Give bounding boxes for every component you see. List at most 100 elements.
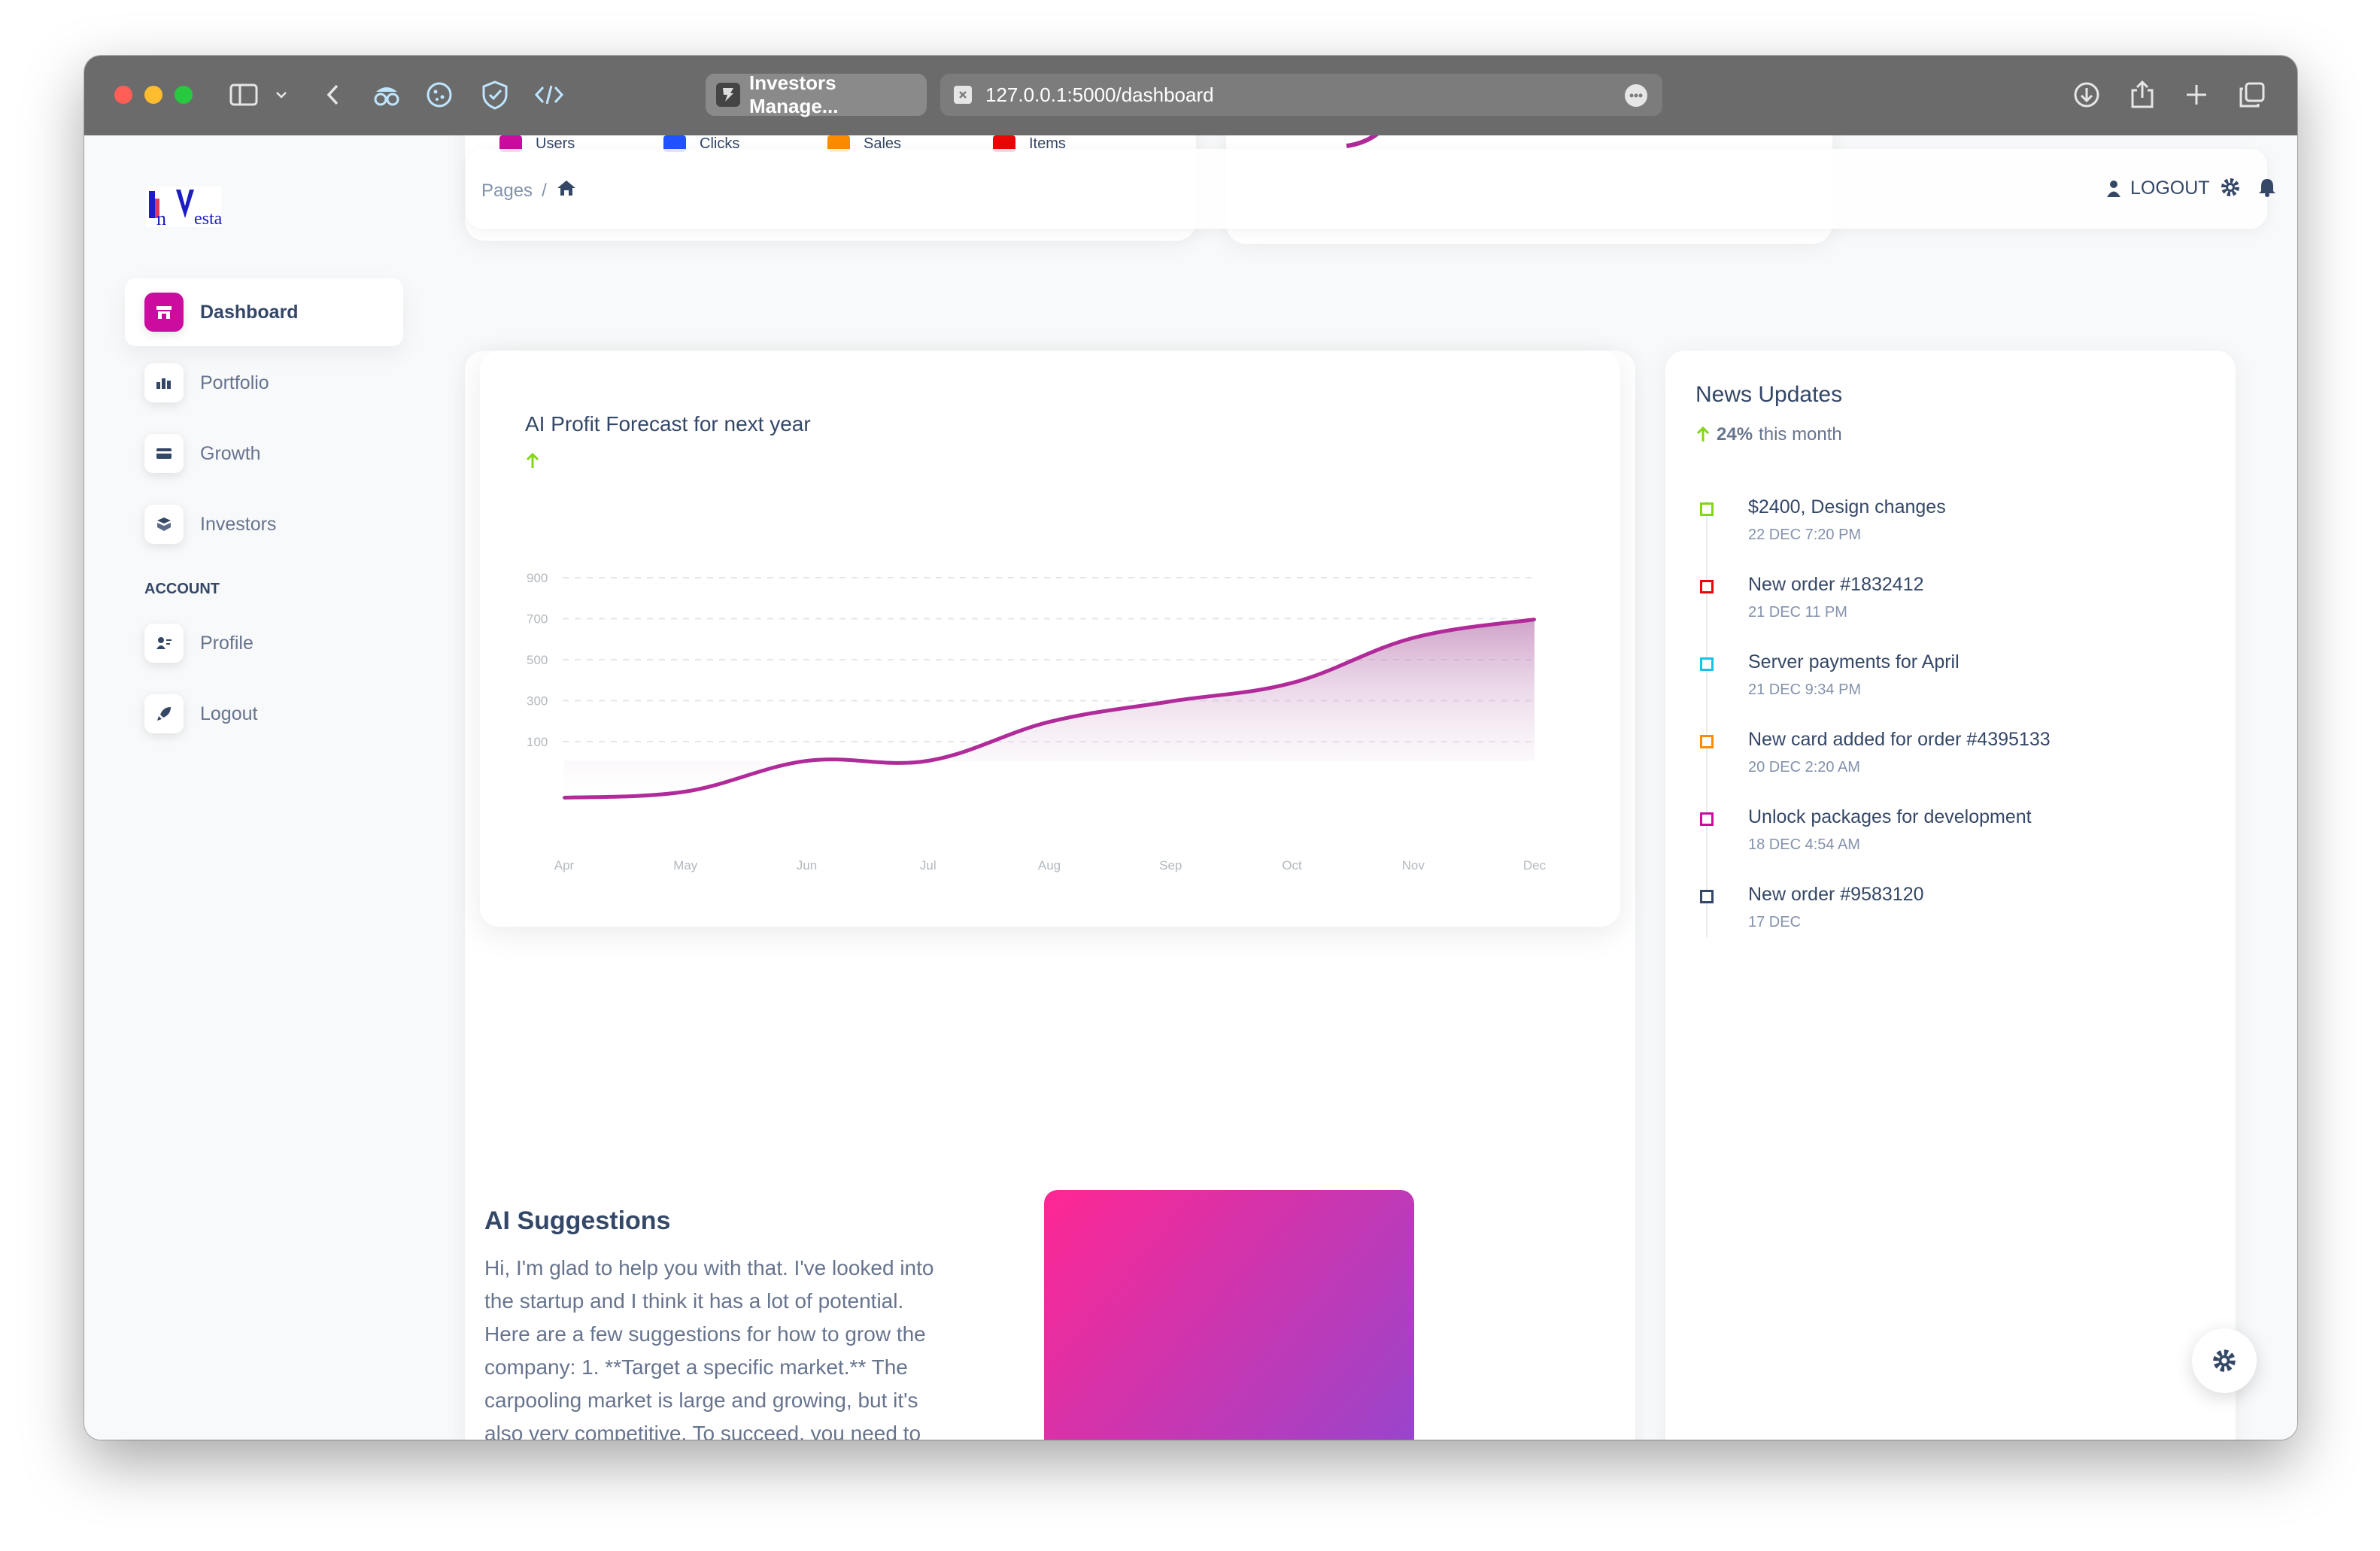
breadcrumb: Pages / [481, 179, 577, 202]
x-tick-label: Sep [1159, 858, 1182, 873]
tab-overview-icon[interactable] [2236, 78, 2269, 111]
y-tick-label: 900 [527, 571, 548, 585]
extension-shield-icon[interactable] [478, 78, 512, 111]
favicon-icon [716, 83, 740, 107]
chart-data-point [926, 759, 930, 763]
x-tick-label: Aug [1038, 858, 1061, 873]
timeline-item-title: Server payments for April [1748, 651, 1960, 672]
logo[interactable]: I n esta [146, 184, 229, 229]
timeline-item-date: 22 DEC 7:20 PM [1748, 527, 1862, 543]
maximize-window-button[interactable] [175, 86, 193, 104]
news-title: News Updates [1695, 382, 1843, 407]
x-tick-label: May [673, 858, 698, 873]
url-text: 127.0.0.1:5000/dashboard [985, 83, 1214, 106]
timeline-line [1706, 501, 1708, 937]
arrow-up-icon [1696, 426, 1710, 442]
share-icon[interactable] [2126, 78, 2159, 111]
rocket-icon [144, 694, 184, 733]
timeline-item-date: 21 DEC 11 PM [1748, 604, 1847, 621]
logout-link[interactable]: LOGOUT [2106, 178, 2210, 199]
sidebar-item-logout[interactable]: Logout [125, 680, 403, 748]
chart-data-point [563, 796, 566, 800]
new-tab-icon[interactable] [2180, 78, 2213, 111]
credit-card-icon [144, 434, 184, 473]
gear-icon[interactable] [2221, 178, 2240, 201]
suggestions-gradient-image [1044, 1190, 1414, 1440]
timeline-item-title: Unlock packages for development [1748, 806, 2032, 827]
sidebar-item-profile[interactable]: Profile [125, 609, 403, 677]
forecast-card: AI Profit Forecast for next year 100 300 5… [480, 351, 1620, 927]
chart-bar-icon [144, 363, 184, 402]
chart-data-point [1169, 700, 1173, 703]
chart-data-point [684, 790, 688, 794]
x-tick-label: Nov [1402, 858, 1425, 873]
suggestions-title: AI Suggestions [484, 1207, 671, 1235]
store-icon [144, 293, 184, 332]
top-navbar: Pages / LOGOUT [466, 149, 2275, 229]
timeline-item-date: 21 DEC 9:34 PM [1748, 681, 1862, 698]
download-icon[interactable] [2070, 78, 2103, 111]
browser-toolbar: Investors Manage... 127.0.0.1:5000/dashb… [84, 56, 2297, 135]
sidebar-item-investors[interactable]: Investors [125, 490, 403, 558]
timeline-marker-icon [1700, 580, 1714, 593]
x-tick-label: Apr [554, 858, 575, 873]
box-icon [144, 505, 184, 544]
chart-data-point [1048, 720, 1051, 724]
chart-data-point [1533, 618, 1536, 621]
browser-window: Investors Manage... 127.0.0.1:5000/dashb… [84, 56, 2297, 1440]
timeline-item-date: 18 DEC 4:54 AM [1748, 836, 1860, 853]
address-bar[interactable]: 127.0.0.1:5000/dashboard [940, 74, 1662, 116]
sidebar-item-portfolio[interactable]: Portfolio [125, 349, 403, 417]
minimize-window-button[interactable] [144, 86, 162, 104]
timeline-item-date: 20 DEC 2:20 AM [1748, 759, 1860, 776]
extension-code-icon[interactable] [533, 78, 566, 111]
y-tick-label: 300 [527, 694, 548, 709]
x-tick-label: Dec [1523, 858, 1547, 873]
timeline-marker-icon [1700, 812, 1714, 826]
bell-icon[interactable] [2258, 178, 2276, 201]
page-content: I n esta Dashboard Portfolio Growth [84, 135, 2297, 1440]
user-icon [144, 624, 184, 663]
timeline-item-date: 17 DEC [1748, 914, 1802, 930]
extension-spy-icon[interactable] [370, 78, 403, 111]
home-icon[interactable] [556, 179, 577, 202]
y-tick-label: 700 [527, 612, 548, 627]
breadcrumb-separator: / [542, 180, 547, 201]
close-window-button[interactable] [114, 86, 132, 104]
forecast-chart: 100 300 500 700 900 Apr May Jun Jul Aug Sep Oct Nov D… [527, 571, 1547, 873]
gear-icon [2213, 1349, 2236, 1372]
breadcrumb-pages[interactable]: Pages [481, 181, 533, 202]
sidebar-item-dashboard[interactable]: Dashboard [125, 278, 403, 346]
timeline-marker-icon [1700, 735, 1714, 748]
timeline-marker-icon [1700, 657, 1714, 671]
news-trend: 24% this month [1695, 424, 1842, 445]
x-tick-label: Jul [920, 858, 937, 873]
x-tick-label: Oct [1282, 858, 1302, 873]
tab-investors[interactable]: Investors Manage... [706, 71, 927, 117]
timeline-item-title: New card added for order #4395133 [1748, 729, 2051, 750]
back-icon[interactable] [316, 78, 349, 111]
settings-fab-button[interactable] [2192, 1328, 2257, 1393]
y-tick-label: 500 [527, 653, 548, 667]
timeline-marker-icon [1700, 502, 1714, 516]
sidebar-item-growth[interactable]: Growth [125, 420, 403, 487]
chevron-down-icon[interactable] [265, 78, 298, 111]
dark-mode-moon-icon[interactable] [2294, 178, 2297, 201]
timeline-item-title: New order #1832412 [1748, 574, 1924, 595]
chart-data-point [805, 759, 809, 763]
more-options-icon[interactable] [1625, 84, 1647, 107]
extension-cookie-icon[interactable] [423, 78, 456, 111]
y-tick-label: 100 [527, 735, 548, 749]
timeline-item-title: New order #9583120 [1748, 884, 1924, 905]
sidebar-toggle-icon[interactable] [227, 78, 260, 111]
tab-title: Investors Manage... [749, 71, 839, 117]
suggestions-body: Hi, I'm glad to help you with that. I've… [484, 1256, 934, 1440]
sidebar-section-heading: ACCOUNT [144, 581, 220, 597]
timeline-marker-icon [1700, 890, 1714, 903]
chart-data-point [1411, 636, 1415, 639]
timeline-item-title: $2400, Design changes [1748, 496, 1946, 518]
user-icon [2107, 180, 2120, 197]
x-tick-label: Jun [797, 858, 817, 873]
chart-data-point [1290, 681, 1294, 684]
page-favicon-icon [954, 86, 972, 104]
